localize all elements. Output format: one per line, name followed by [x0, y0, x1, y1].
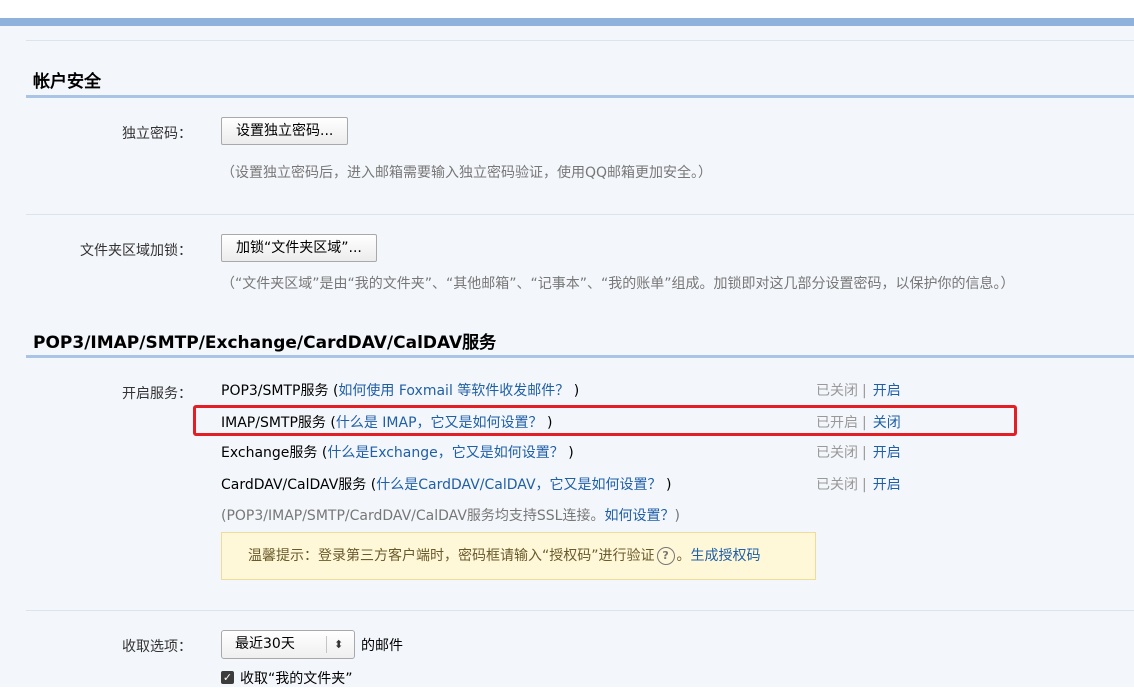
- fetch-my-folders-label: 收取“我的文件夹”: [240, 671, 353, 687]
- section-underline-security: [26, 95, 1134, 98]
- service-status-exchange: 已关闭 | 开启: [816, 442, 901, 462]
- enable-exchange-link[interactable]: 开启: [873, 445, 901, 461]
- tip-box: 温馨提示：登录第三方客户端时，密码框请输入“授权码”进行验证? 。生成授权码: [221, 532, 816, 580]
- status-separator: |: [862, 383, 867, 399]
- service-help-link[interactable]: 什么是Exchange，它又是如何设置？: [327, 445, 563, 461]
- updown-arrows-icon: ⬍: [334, 638, 344, 651]
- select-divider: [326, 636, 327, 653]
- paren-close: ): [563, 445, 574, 461]
- paren-close: ): [661, 477, 672, 493]
- divider: [26, 610, 1134, 611]
- service-name: CardDAV/CalDAV服务: [221, 477, 367, 493]
- fetch-suffix: 的邮件: [361, 638, 403, 654]
- tip-text: 温馨提示：登录第三方客户端时，密码框请输入“授权码”进行验证: [248, 548, 655, 564]
- status-text: 已关闭: [816, 383, 858, 399]
- service-exchange: Exchange服务 (什么是Exchange，它又是如何设置？ ): [221, 442, 574, 462]
- status-separator: |: [862, 445, 867, 461]
- paren-open: (: [328, 383, 339, 399]
- service-pop3-smtp: POP3/SMTP服务 (如何使用 Foxmail 等软件收发邮件？ ): [221, 380, 579, 400]
- status-separator: |: [862, 477, 867, 493]
- set-independent-password-button[interactable]: 设置独立密码...: [221, 117, 349, 145]
- enable-carddav-caldav-link[interactable]: 开启: [873, 477, 901, 493]
- section-underline-services: [26, 355, 1134, 358]
- section-title-services: POP3/IMAP/SMTP/Exchange/CardDAV/CalDAV服务: [33, 333, 497, 353]
- top-strip: [0, 0, 1134, 18]
- lock-folder-area-button[interactable]: 加锁“文件夹区域”...: [221, 234, 377, 262]
- select-value: 最近30天: [235, 636, 295, 652]
- service-help-link[interactable]: 什么是CardDAV/CalDAV，它又是如何设置？: [376, 477, 661, 493]
- top-accent-bar: [0, 18, 1134, 26]
- divider: [26, 214, 1134, 215]
- ssl-note-close: ): [674, 508, 680, 524]
- service-status-pop3-smtp: 已关闭 | 开启: [816, 380, 901, 400]
- enable-services-label: 开启服务：: [122, 386, 192, 402]
- fetch-my-folders-checkbox[interactable]: ✓: [221, 671, 234, 684]
- fetch-options-label: 收取选项：: [122, 639, 192, 655]
- ssl-note-text: (POP3/IMAP/SMTP/CardDAV/CalDAV服务均支持SSL连接…: [221, 508, 605, 524]
- service-help-link[interactable]: 如何使用 Foxmail 等软件收发邮件？: [338, 383, 569, 399]
- fetch-range-select[interactable]: 最近30天 ⬍: [221, 630, 355, 659]
- service-name: Exchange服务: [221, 445, 318, 461]
- highlight-box: [193, 405, 1017, 436]
- ssl-how-to-link[interactable]: 如何设置？: [604, 508, 674, 524]
- service-carddav-caldav: CardDAV/CalDAV服务 (什么是CardDAV/CalDAV，它又是如…: [221, 474, 671, 494]
- tip-separator: 。: [676, 548, 691, 564]
- section-title-security: 帐户安全: [33, 72, 101, 92]
- paren-open: (: [366, 477, 377, 493]
- independent-password-label: 独立密码：: [122, 126, 192, 142]
- ssl-note: (POP3/IMAP/SMTP/CardDAV/CalDAV服务均支持SSL连接…: [221, 505, 680, 525]
- paren-close: ): [569, 383, 580, 399]
- enable-pop3-smtp-link[interactable]: 开启: [873, 383, 901, 399]
- service-name: POP3/SMTP服务: [221, 383, 329, 399]
- folder-lock-label: 文件夹区域加锁：: [80, 243, 192, 259]
- help-icon[interactable]: ?: [656, 547, 675, 565]
- folder-lock-hint: （“文件夹区域”是由“我的文件夹”、“其他邮箱”、“记事本”、“我的账单”组成。…: [221, 276, 1015, 292]
- top-divider: [26, 40, 1134, 41]
- service-status-carddav-caldav: 已关闭 | 开启: [816, 474, 901, 494]
- paren-open: (: [317, 445, 328, 461]
- generate-auth-code-link[interactable]: 生成授权码: [691, 548, 761, 564]
- status-text: 已关闭: [816, 477, 858, 493]
- status-text: 已关闭: [816, 445, 858, 461]
- independent-password-hint: （设置独立密码后，进入邮箱需要输入独立密码验证，使用QQ邮箱更加安全。）: [221, 165, 713, 181]
